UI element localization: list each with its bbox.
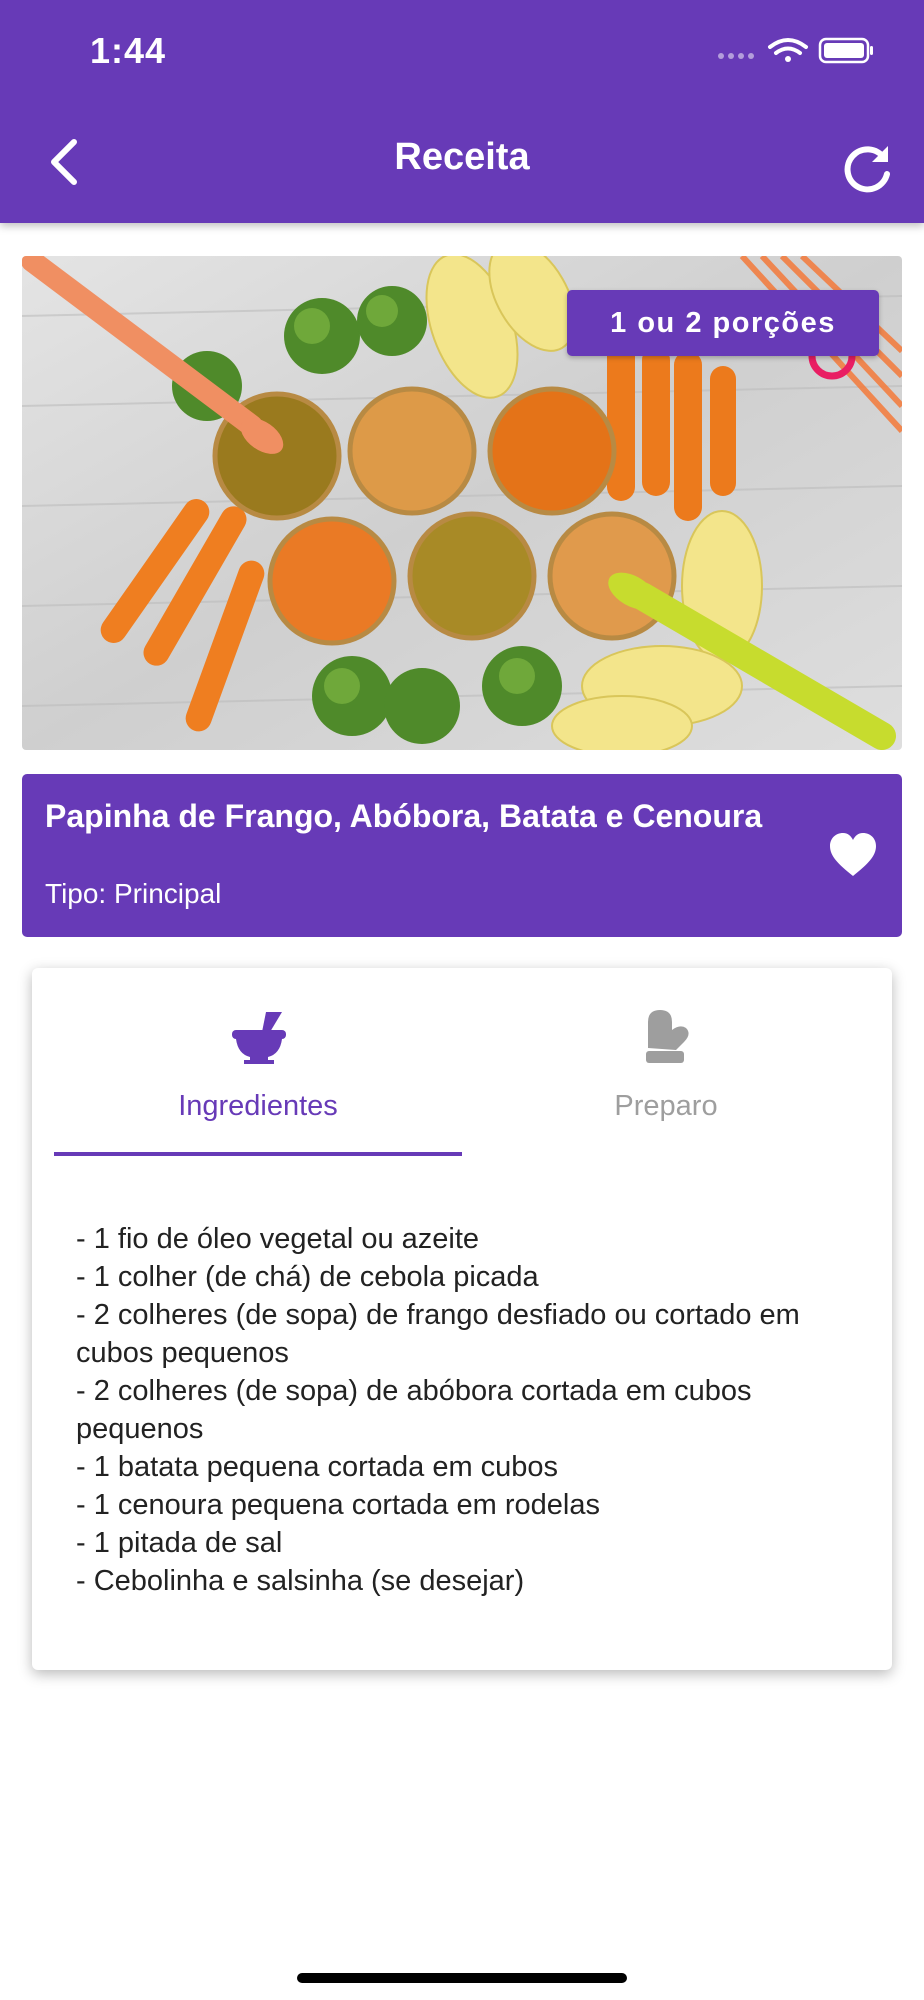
tab-ingredientes-label: Ingredientes bbox=[178, 1090, 338, 1122]
ingredient-item: - 2 colheres (de sopa) de frango desfiad… bbox=[76, 1299, 800, 1369]
tab-preparo-label: Preparo bbox=[614, 1090, 718, 1122]
home-indicator[interactable] bbox=[297, 1973, 627, 1983]
active-tab-indicator bbox=[54, 1152, 462, 1156]
ingredient-item: - Cebolinha e salsinha (se desejar) bbox=[76, 1565, 525, 1597]
tab-preparo[interactable]: Preparo bbox=[462, 968, 870, 1154]
wifi-icon bbox=[768, 38, 808, 62]
ingredient-item: - 1 fio de óleo vegetal ou azeite bbox=[76, 1223, 480, 1255]
heart-icon[interactable] bbox=[828, 832, 878, 878]
refresh-icon[interactable] bbox=[840, 142, 894, 196]
status-time: 1:44 bbox=[90, 30, 167, 71]
oven-mitt-icon bbox=[646, 1010, 689, 1063]
ingredient-item: - 1 cenoura pequena cortada em rodelas bbox=[76, 1489, 600, 1521]
status-icons bbox=[718, 37, 873, 64]
app-header: 1:44 Receita bbox=[0, 0, 924, 223]
ingredient-item: - 1 colher (de chá) de cebola picada bbox=[76, 1261, 539, 1293]
page-title: Receita bbox=[394, 136, 530, 178]
tab-ingredientes[interactable]: Ingredientes bbox=[54, 968, 462, 1154]
mortar-pestle-icon bbox=[232, 1012, 286, 1064]
ingredient-item: - 2 colheres (de sopa) de abóbora cortad… bbox=[76, 1375, 752, 1445]
recipe-name: Papinha de Frango, Abóbora, Batata e Cen… bbox=[45, 798, 763, 834]
signal-icon bbox=[718, 53, 754, 59]
recipe-banner: Papinha de Frango, Abóbora, Batata e Cen… bbox=[22, 774, 902, 937]
battery-icon bbox=[818, 37, 873, 64]
recipe-card: Ingredientes Preparo - 1 fio de óleo veg… bbox=[32, 968, 892, 1670]
ingredients-list: - 1 fio de óleo vegetal ou azeite - 1 co… bbox=[76, 1220, 816, 1600]
ingredient-item: - 1 pitada de sal bbox=[76, 1527, 283, 1559]
recipe-type: Tipo: Principal bbox=[45, 878, 222, 909]
portions-badge: 1 ou 2 porções bbox=[567, 290, 879, 356]
ingredient-item: - 1 batata pequena cortada em cubos bbox=[76, 1451, 559, 1483]
